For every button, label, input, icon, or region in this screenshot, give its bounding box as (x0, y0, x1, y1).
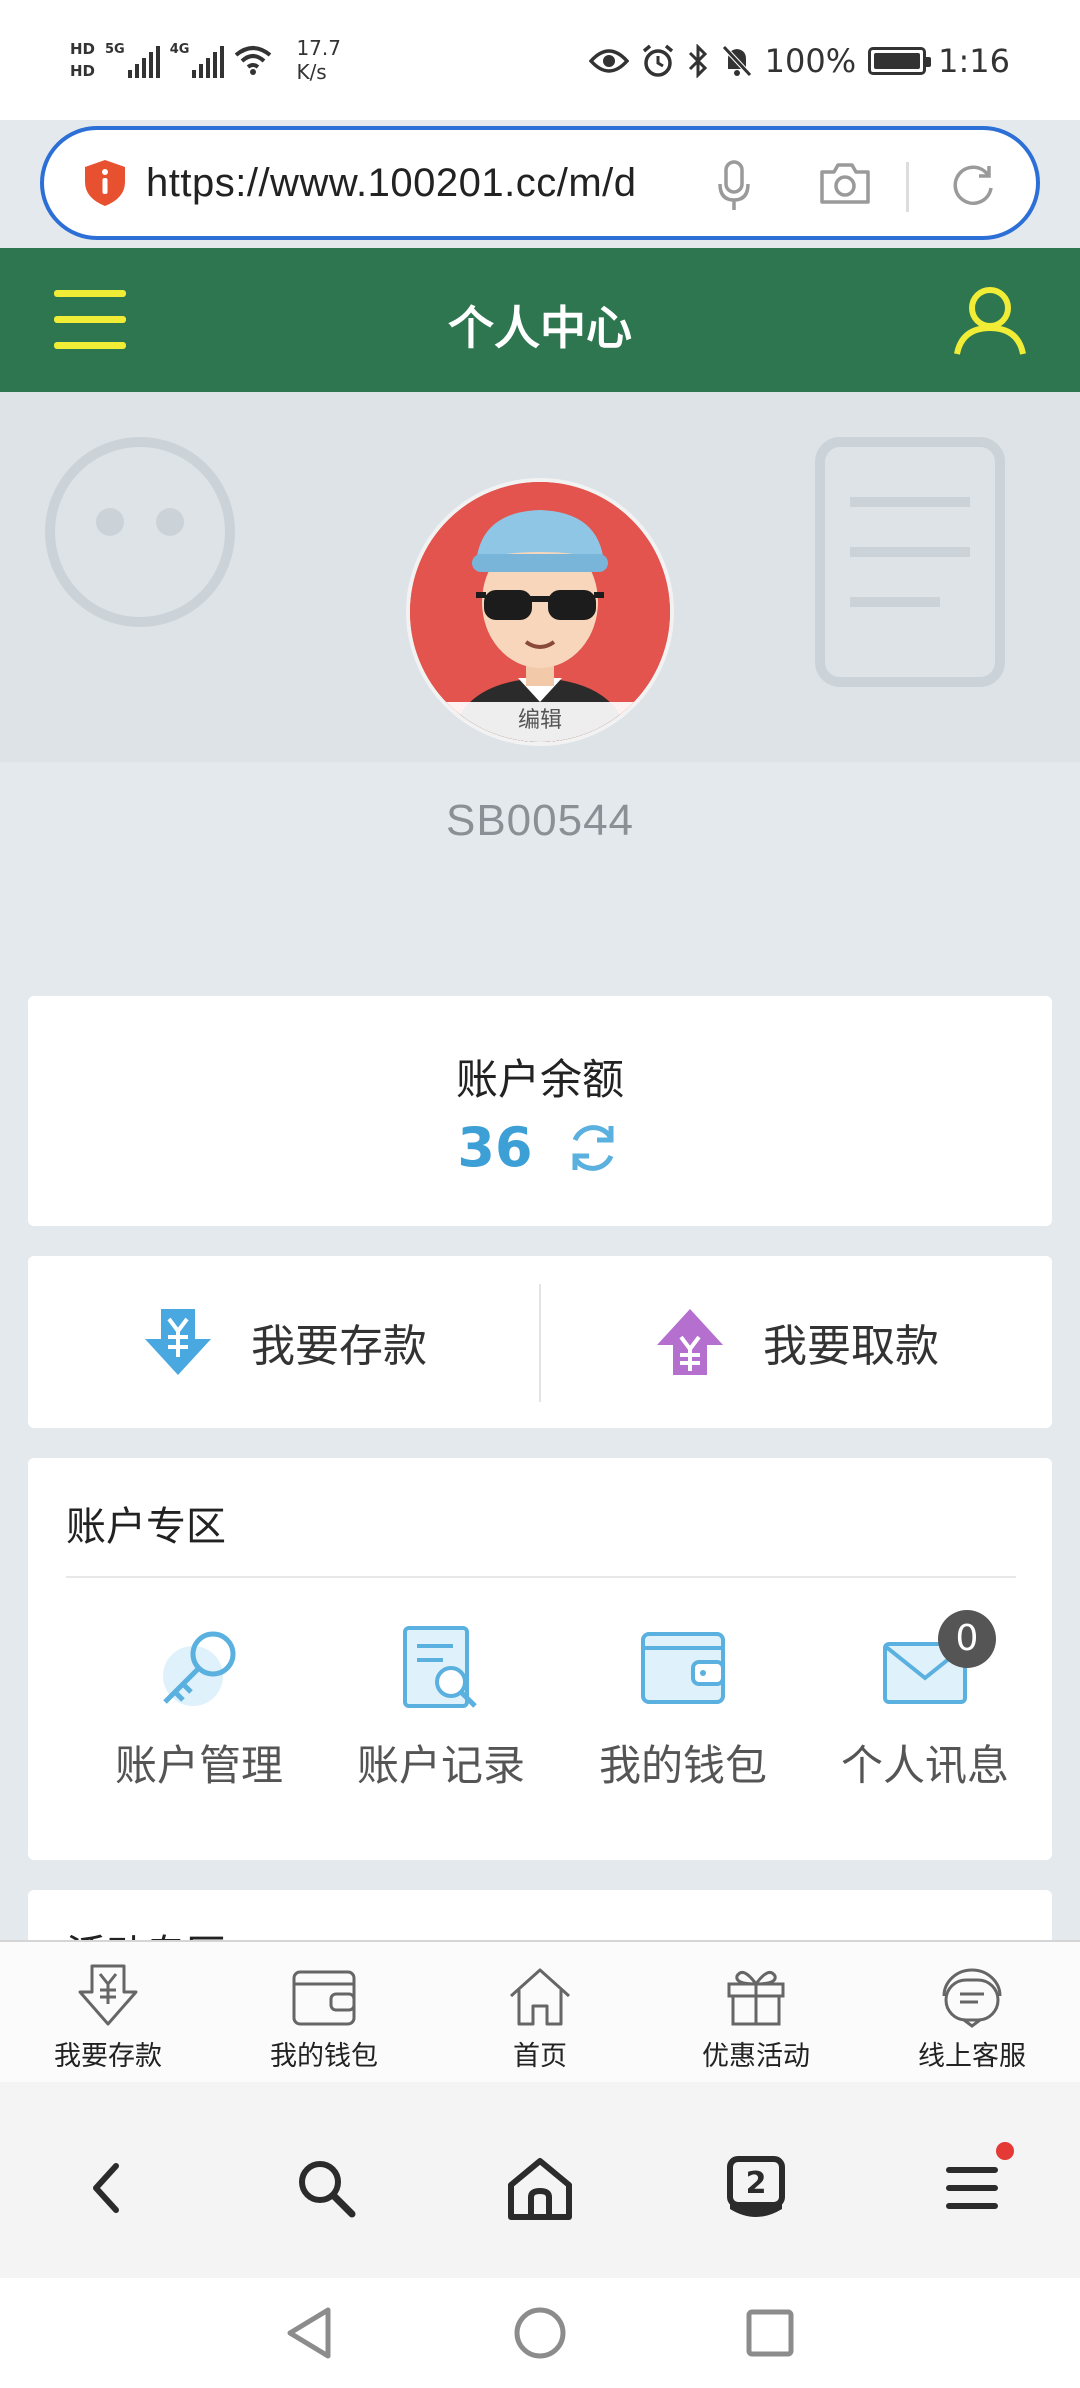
system-recents-icon[interactable] (744, 2304, 796, 2362)
wallet-icon (641, 1632, 725, 1704)
network-speed: 17.7 K/s (296, 36, 341, 84)
system-back-icon[interactable] (282, 2304, 336, 2362)
home-icon (509, 1968, 571, 2026)
balance-row: 36 (28, 1116, 1052, 1179)
tabs-icon: 2 (727, 2156, 785, 2217)
status-bar: HD HD 5G 4G 17.7 K/s 100% 1:16 (0, 0, 1080, 120)
home-icon (508, 2158, 572, 2220)
mute-bell-icon (721, 45, 752, 77)
status-right: 100% 1:16 (588, 42, 1010, 80)
speed-value: 17.7 (296, 36, 341, 60)
hd-indicators: HD HD (70, 38, 95, 82)
tab-count: 2 (746, 2166, 767, 2201)
signal-4g-icon: 4G (170, 42, 225, 78)
tabs-button[interactable]: 2 (716, 2148, 796, 2228)
zone-item-label: 账户记录 (356, 1741, 525, 1790)
balance-value: 36 (457, 1116, 533, 1179)
alarm-icon (642, 44, 673, 77)
eye-icon (588, 49, 629, 73)
deposit-label: 我要存款 (251, 1321, 427, 1372)
background-figure-right (815, 437, 1005, 687)
app-header: 个人中心 (0, 248, 1080, 392)
tab-label: 首页 (513, 2041, 567, 2072)
tab-label: 线上客服 (918, 2041, 1026, 2072)
deposit-withdraw-card: 我要存款 我要取款 (28, 1256, 1052, 1428)
search-button[interactable] (286, 2148, 366, 2228)
tab-wallet[interactable]: 我的钱包 (216, 1942, 432, 2082)
system-home-icon[interactable] (512, 2304, 568, 2362)
system-nav-bar (0, 2278, 1080, 2388)
withdraw-button[interactable]: 我要取款 (540, 1256, 1052, 1428)
avatar[interactable]: 编辑 (406, 478, 674, 746)
browser-menu-button[interactable] (932, 2142, 1014, 2228)
balance-card: 账户余额 36 (28, 996, 1052, 1226)
support-icon (942, 1968, 1002, 2028)
account-zone-divider (66, 1576, 1016, 1578)
zone-item-my-wallet[interactable]: 我的钱包 (562, 1618, 804, 1793)
zone-item-label: 账户管理 (114, 1741, 283, 1790)
username: SB00544 (445, 796, 635, 845)
zone-item-label: 个人讯息 (840, 1741, 1009, 1790)
search-icon (299, 2161, 356, 2218)
tab-home[interactable]: 首页 (432, 1942, 648, 2082)
tab-label: 我的钱包 (270, 2041, 378, 2072)
deposit-button[interactable]: 我要存款 (28, 1256, 540, 1428)
withdraw-label: 我要取款 (763, 1321, 939, 1372)
signal-5g-icon: 5G (105, 42, 160, 78)
menu-icon (946, 2167, 998, 2209)
zone-item-account-records[interactable]: 账户记录 (320, 1618, 562, 1793)
refresh-icon[interactable] (563, 1118, 623, 1178)
withdraw-arrow-icon (657, 1309, 723, 1375)
tab-customer-service[interactable]: 线上客服 (864, 1942, 1080, 2082)
camera-icon[interactable] (818, 160, 872, 206)
browser-nav-bar: 2 (0, 2082, 1080, 2278)
wallet-icon (292, 1970, 356, 2026)
battery-icon (868, 47, 932, 75)
user-icon[interactable] (952, 284, 1028, 356)
deposit-icon (78, 1964, 138, 2026)
tab-deposit[interactable]: 我要存款 (0, 1942, 216, 2082)
microphone-icon[interactable] (716, 160, 752, 212)
unread-badge: 0 (938, 1610, 996, 1668)
balance-label: 账户余额 (455, 1055, 624, 1104)
key-icon (163, 1631, 236, 1706)
url-divider (906, 162, 909, 212)
background-figure-left (45, 437, 235, 627)
net1-label: 5G (105, 42, 125, 57)
record-search-icon (403, 1626, 477, 1708)
account-zone-card: 账户专区 账户管理 账户记录 我的钱包 0 个人讯息 (28, 1458, 1052, 1860)
wifi-icon (235, 46, 272, 75)
tab-promotions[interactable]: 优惠活动 (648, 1942, 864, 2082)
zone-item-personal-messages[interactable]: 0 个人讯息 (804, 1610, 1046, 1793)
back-icon (93, 2163, 119, 2213)
back-button[interactable] (66, 2148, 146, 2228)
zone-item-account-management[interactable]: 账户管理 (78, 1618, 320, 1793)
deposit-arrow-icon (145, 1309, 211, 1375)
zone-item-label: 我的钱包 (598, 1741, 767, 1790)
bluetooth-icon (688, 44, 707, 78)
url-text[interactable]: https://www.100201.cc/m/d (146, 161, 676, 206)
battery-percent: 100% (764, 42, 857, 80)
tab-label: 优惠活动 (702, 2041, 810, 2072)
account-zone-title: 账户专区 (66, 1504, 226, 1550)
avatar-edit-label[interactable]: 编辑 (410, 702, 670, 742)
hd2-label: HD (70, 62, 96, 80)
url-bar[interactable]: https://www.100201.cc/m/d (40, 126, 1040, 240)
page-title: 个人中心 (448, 301, 632, 355)
hd1-label: HD (70, 40, 96, 58)
tab-label: 我要存款 (54, 2041, 162, 2072)
net2-label: 4G (169, 42, 190, 57)
home-button[interactable] (500, 2148, 580, 2228)
notification-dot (996, 2142, 1014, 2160)
reload-icon[interactable] (948, 160, 998, 210)
clock: 1:16 (938, 42, 1010, 80)
bottom-tab-bar: 我要存款 我的钱包 首页 优惠活动 线上客服 (0, 1940, 1080, 2082)
gift-icon (727, 1970, 785, 2026)
status-left: HD HD 5G 4G 17.7 K/s (70, 36, 341, 84)
site-info-shield-icon[interactable] (82, 158, 128, 208)
speed-unit: K/s (296, 60, 327, 84)
